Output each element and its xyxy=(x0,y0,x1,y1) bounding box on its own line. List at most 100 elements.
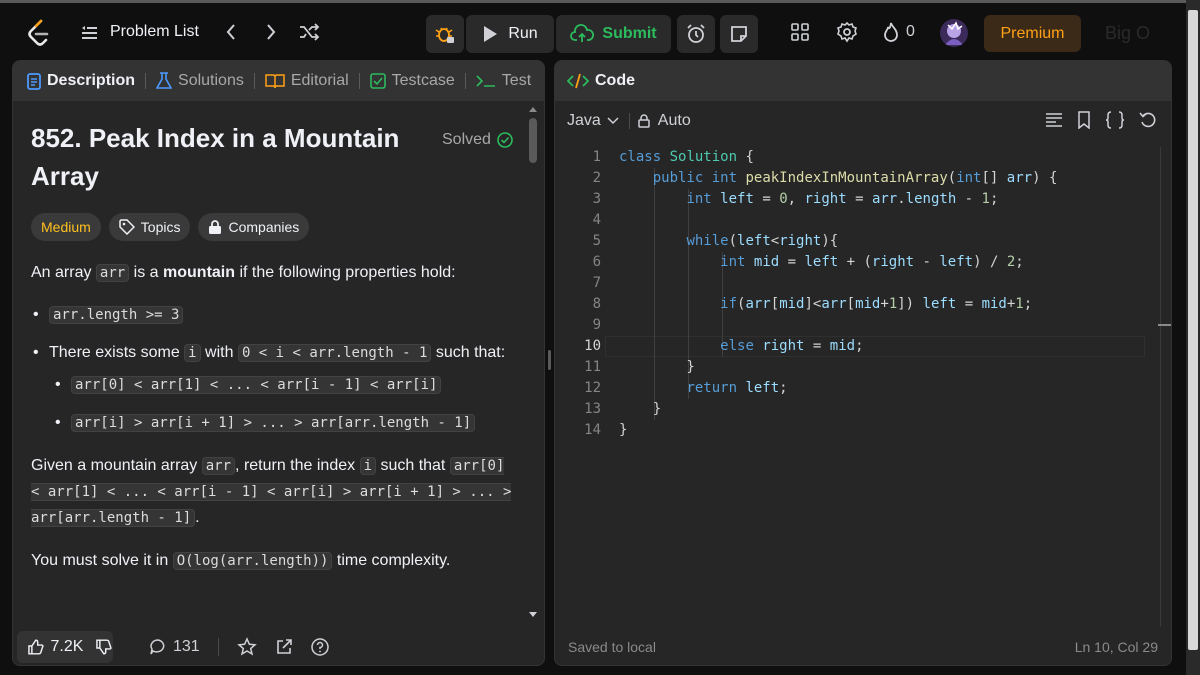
line-number: 8 xyxy=(592,296,601,312)
tab-editorial[interactable]: Editorial xyxy=(265,72,349,90)
code-text: public int peakIndexInMountainArray(int[… xyxy=(652,170,1058,186)
help-button[interactable] xyxy=(310,638,329,656)
code-line[interactable]: 4 xyxy=(555,210,1171,231)
comment-count: 131 xyxy=(173,638,200,655)
streak-counter[interactable]: 0 xyxy=(882,21,915,43)
window-scrollbar-thumb[interactable] xyxy=(1188,10,1198,650)
solved-status: Solved xyxy=(442,131,513,149)
code-line[interactable]: 8 if(arr[mid]<arr[mid+1]) left = mid+1; xyxy=(555,294,1171,315)
inline-code: O(log(arr.length)) xyxy=(172,552,333,570)
run-label: Run xyxy=(508,25,538,42)
code-line[interactable]: 5 while(left<right){ xyxy=(555,231,1171,252)
description-scrollbar-thumb[interactable] xyxy=(529,118,537,163)
language-select[interactable]: Java xyxy=(567,112,619,130)
property-item: There exists some i with 0 < i < arr.len… xyxy=(31,341,521,435)
big-o-label[interactable]: Big O xyxy=(1105,23,1150,44)
shuffle-icon[interactable] xyxy=(298,21,320,43)
premium-button[interactable]: Premium xyxy=(984,15,1081,52)
format-lines-icon[interactable] xyxy=(1045,112,1063,128)
code-line[interactable]: 10 else right = mid; xyxy=(555,336,1171,357)
run-button[interactable]: Run xyxy=(466,15,554,53)
window-scrollbar[interactable] xyxy=(1186,0,1200,675)
companies-button[interactable]: Companies xyxy=(198,213,310,241)
line-number: 4 xyxy=(592,212,601,228)
bookmark-icon[interactable] xyxy=(1077,111,1091,129)
line-number: 9 xyxy=(592,317,601,333)
task-text: , return the index xyxy=(235,457,360,474)
description-panel: Description Solutions Editorial Testcase… xyxy=(12,60,545,666)
play-icon xyxy=(484,26,498,42)
toolbar-divider xyxy=(628,113,630,129)
tab-testcase[interactable]: Testcase xyxy=(369,72,455,90)
comments-button[interactable]: 131 xyxy=(149,638,200,656)
next-problem-icon[interactable] xyxy=(264,21,278,43)
curly-braces-icon[interactable] xyxy=(1105,111,1125,129)
scroll-down-arrow-icon[interactable] xyxy=(529,612,537,618)
code-line[interactable]: 13 } xyxy=(555,399,1171,420)
difficulty-badge: Medium xyxy=(31,213,101,241)
problem-list-link[interactable]: Problem List xyxy=(110,23,199,41)
property-text: such that: xyxy=(431,344,506,361)
inline-code: arr xyxy=(201,457,236,475)
document-icon xyxy=(27,72,41,90)
problem-description: 852. Peak Index in a Mountain Array Solv… xyxy=(31,119,521,573)
lock-icon xyxy=(638,114,650,128)
debug-button[interactable] xyxy=(426,15,464,53)
panel-resize-handle[interactable] xyxy=(548,350,551,370)
submit-button[interactable]: Submit xyxy=(556,15,671,53)
prev-problem-icon[interactable] xyxy=(224,21,238,43)
footer-divider xyxy=(217,638,219,656)
settings-gear-icon[interactable] xyxy=(836,21,858,43)
tab-code[interactable]: Code xyxy=(567,72,635,90)
favorite-button[interactable] xyxy=(236,637,257,657)
editor-actions xyxy=(1045,111,1157,129)
line-number: 12 xyxy=(584,380,601,396)
leetcode-logo-icon[interactable] xyxy=(26,19,52,47)
code-editor[interactable]: 1 class Solution {2 public int peakIndexI… xyxy=(555,147,1171,627)
terminal-icon xyxy=(476,75,495,87)
line-number: 3 xyxy=(592,191,601,207)
code-tabbar: Code xyxy=(555,61,1171,101)
code-line[interactable]: 7 xyxy=(555,273,1171,294)
code-text: if(arr[mid]<arr[mid+1]) left = mid+1; xyxy=(720,296,1033,312)
code-line[interactable]: 3 int left = 0, right = arr.length - 1; xyxy=(555,189,1171,210)
intro-text: An array xyxy=(31,264,96,281)
scroll-up-arrow-icon[interactable] xyxy=(529,106,537,112)
code-line[interactable]: 6 int mid = left + (right - left) / 2; xyxy=(555,252,1171,273)
timer-button[interactable] xyxy=(677,15,715,53)
editor-toolbar: Java Auto xyxy=(555,101,1171,141)
flask-icon xyxy=(156,72,173,89)
code-line[interactable]: 1 class Solution { xyxy=(555,147,1171,168)
notes-button[interactable] xyxy=(720,15,758,53)
code-text: } xyxy=(619,422,628,438)
auto-mode[interactable]: Auto xyxy=(638,112,691,130)
constraint-text: time complexity. xyxy=(332,552,451,569)
description-scrollbar[interactable] xyxy=(528,106,538,626)
avatar-image-icon xyxy=(945,21,963,45)
code-line[interactable]: 11 } xyxy=(555,357,1171,378)
tab-test-result[interactable]: Test xyxy=(476,72,531,90)
like-button[interactable]: 7.2K xyxy=(17,631,113,663)
sub-property-item: arr[0] < arr[1] < ... < arr[i - 1] < arr… xyxy=(53,373,521,397)
code-line[interactable]: 12 return left; xyxy=(555,378,1171,399)
star-icon xyxy=(236,637,257,656)
tag-icon xyxy=(119,219,135,235)
checkbox-icon xyxy=(369,73,386,89)
question-circle-icon xyxy=(310,638,329,656)
code-text: } xyxy=(619,401,662,417)
topics-button[interactable]: Topics xyxy=(108,213,191,241)
avatar[interactable] xyxy=(940,19,968,47)
share-button[interactable] xyxy=(275,638,293,656)
thumbs-down-icon[interactable] xyxy=(95,638,113,656)
layout-grid-icon[interactable] xyxy=(790,21,810,43)
tab-solutions[interactable]: Solutions xyxy=(156,72,244,90)
tab-test-result-label: Test xyxy=(501,72,532,89)
code-line[interactable]: 2 public int peakIndexInMountainArray(in… xyxy=(555,168,1171,189)
problem-list-icon[interactable] xyxy=(80,25,98,41)
code-line[interactable]: 9 xyxy=(555,315,1171,336)
code-line[interactable]: 14} xyxy=(555,420,1171,441)
reset-icon[interactable] xyxy=(1139,111,1157,129)
inline-code: i xyxy=(184,344,201,362)
code-brackets-icon xyxy=(567,73,589,89)
tab-description[interactable]: Description xyxy=(27,72,135,90)
